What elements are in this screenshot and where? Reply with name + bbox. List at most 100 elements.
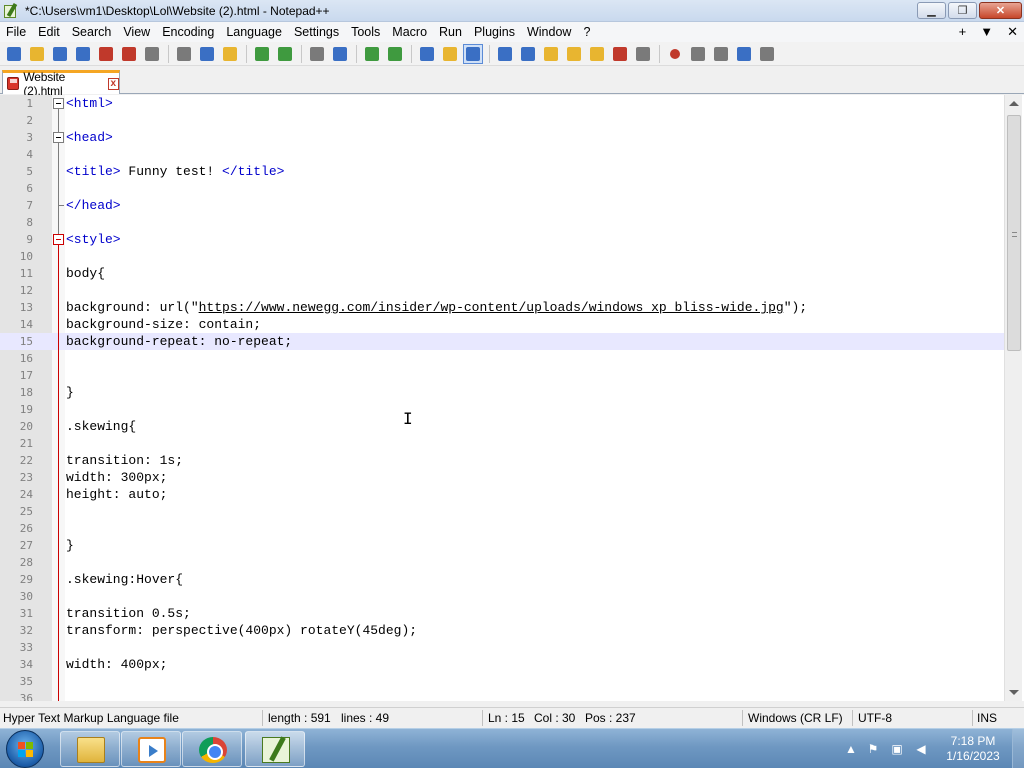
code-line[interactable]: 27} — [0, 537, 1004, 554]
find-icon[interactable] — [307, 44, 327, 64]
run-macro-multiple-icon[interactable] — [734, 44, 754, 64]
menu-plugins[interactable]: Plugins — [468, 22, 521, 42]
code-line[interactable]: 28 — [0, 554, 1004, 571]
sync-vertical-icon[interactable] — [417, 44, 437, 64]
show-desktop-button[interactable] — [1012, 729, 1024, 768]
network-icon[interactable]: ▣ — [890, 742, 904, 756]
sync-horizontal-icon[interactable] — [440, 44, 460, 64]
minimize-button[interactable]: ▁ — [917, 2, 946, 19]
new-tab-plus-button[interactable]: + — [959, 22, 967, 42]
code-line[interactable]: 18} — [0, 384, 1004, 401]
code-line[interactable]: 6 — [0, 180, 1004, 197]
tab-list-dropdown-button[interactable]: ▼ — [980, 22, 993, 42]
system-clock[interactable]: 7:18 PM 1/16/2023 — [938, 734, 1008, 764]
code-url-link[interactable]: https://www.newegg.com/insider/wp-conten… — [199, 300, 784, 315]
close-all-icon[interactable] — [119, 44, 139, 64]
code-line[interactable]: 30 — [0, 588, 1004, 605]
menu-view[interactable]: View — [117, 22, 156, 42]
code-line[interactable]: 36 — [0, 690, 1004, 701]
tab-website-2-html[interactable]: Website (2).html x — [2, 70, 120, 98]
menu-help[interactable]: ? — [577, 22, 596, 42]
taskbar-chrome-button[interactable] — [182, 731, 242, 767]
code-line[interactable]: 10 — [0, 248, 1004, 265]
close-window-button[interactable]: ✕ — [979, 2, 1022, 19]
function-list-icon[interactable] — [587, 44, 607, 64]
code-line[interactable]: 29 .skewing:Hover{ — [0, 571, 1004, 588]
code-line[interactable]: 20 .skewing{ — [0, 418, 1004, 435]
menu-search[interactable]: Search — [66, 22, 118, 42]
code-line[interactable]: 15 background-repeat: no-repeat; — [0, 333, 1004, 350]
save-all-icon[interactable] — [73, 44, 93, 64]
code-line[interactable]: 21 — [0, 435, 1004, 452]
code-line[interactable]: 19 — [0, 401, 1004, 418]
code-line[interactable]: 8 — [0, 214, 1004, 231]
code-line[interactable]: 25 — [0, 503, 1004, 520]
zoom-out-icon[interactable] — [385, 44, 405, 64]
code-line[interactable]: 9 <style> — [0, 231, 1004, 248]
monitoring-icon[interactable] — [633, 44, 653, 64]
menu-window[interactable]: Window — [521, 22, 577, 42]
status-eol-format[interactable]: Windows (CR LF) — [748, 711, 843, 725]
code-line[interactable]: 33 — [0, 639, 1004, 656]
close-icon[interactable] — [96, 44, 116, 64]
replace-icon[interactable] — [330, 44, 350, 64]
scroll-down-arrow-icon[interactable] — [1009, 690, 1019, 695]
code-line[interactable]: 7 </head> — [0, 197, 1004, 214]
taskbar-media-player-button[interactable] — [121, 731, 181, 767]
code-line[interactable]: 1 <html> — [0, 95, 1004, 112]
title-bar[interactable]: *C:\Users\vm1\Desktop\Lol\Website (2).ht… — [0, 0, 1024, 22]
code-line[interactable]: 22 transition: 1s; — [0, 452, 1004, 469]
show-hidden-icons-arrow-icon[interactable]: ▲ — [844, 742, 858, 756]
tab-close-icon[interactable]: x — [107, 77, 119, 90]
notepad-plus-plus-app-icon[interactable] — [3, 2, 19, 19]
menu-language[interactable]: Language — [220, 22, 288, 42]
record-macro-icon[interactable] — [665, 44, 685, 64]
fold-toggle-style[interactable] — [53, 234, 64, 245]
menu-macro[interactable]: Macro — [386, 22, 433, 42]
fold-toggle-head[interactable] — [53, 132, 64, 143]
code-line[interactable]: 11 body{ — [0, 265, 1004, 282]
code-line[interactable]: 5 <title> Funny test! </title> — [0, 163, 1004, 180]
print-icon[interactable] — [142, 44, 162, 64]
fold-toggle-html[interactable] — [53, 98, 64, 109]
document-map-icon[interactable] — [564, 44, 584, 64]
menu-run[interactable]: Run — [433, 22, 468, 42]
taskbar-explorer-button[interactable] — [60, 731, 120, 767]
code-line[interactable]: 32 transform: perspective(400px) rotateY(… — [0, 622, 1004, 639]
paste-icon[interactable] — [220, 44, 240, 64]
code-line[interactable]: 31 transition 0.5s; — [0, 605, 1004, 622]
save-icon[interactable] — [50, 44, 70, 64]
code-line[interactable]: 35 — [0, 673, 1004, 690]
code-line[interactable]: 17 — [0, 367, 1004, 384]
taskbar-notepad-plus-plus-button[interactable] — [245, 731, 305, 767]
code-line[interactable]: 23 width: 300px; — [0, 469, 1004, 486]
zoom-in-icon[interactable] — [362, 44, 382, 64]
undo-icon[interactable] — [252, 44, 272, 64]
copy-icon[interactable] — [197, 44, 217, 64]
scrollbar-thumb[interactable] — [1007, 115, 1021, 351]
code-line[interactable]: 12 — [0, 282, 1004, 299]
code-line[interactable]: 34 width: 400px; — [0, 656, 1004, 673]
folder-as-workspace-icon[interactable] — [610, 44, 630, 64]
word-wrap-icon[interactable] — [463, 43, 483, 64]
user-defined-language-icon[interactable] — [541, 44, 561, 64]
code-line[interactable]: 2 — [0, 112, 1004, 129]
start-button[interactable] — [6, 730, 44, 768]
action-center-flag-icon[interactable]: ⚑ — [866, 742, 880, 756]
show-all-chars-icon[interactable] — [495, 44, 515, 64]
restore-button[interactable]: ❐ — [948, 2, 977, 19]
menu-tools[interactable]: Tools — [345, 22, 386, 42]
new-file-icon[interactable] — [4, 44, 24, 64]
menu-file[interactable]: File — [0, 22, 32, 42]
scroll-up-arrow-icon[interactable] — [1009, 101, 1019, 106]
stop-macro-icon[interactable] — [688, 44, 708, 64]
volume-icon[interactable]: ◀ — [914, 742, 928, 756]
code-line[interactable]: 13 background: url("https://www.newegg.co… — [0, 299, 1004, 316]
code-editor[interactable]: 1 <html> 2 3 <head> 4 5 <title> Funny test! </t… — [0, 95, 1024, 701]
save-macro-icon[interactable] — [757, 44, 777, 64]
play-macro-icon[interactable] — [711, 44, 731, 64]
open-file-icon[interactable] — [27, 44, 47, 64]
redo-icon[interactable] — [275, 44, 295, 64]
close-document-button[interactable]: ✕ — [1007, 22, 1018, 42]
status-insert-mode[interactable]: INS — [977, 711, 997, 725]
